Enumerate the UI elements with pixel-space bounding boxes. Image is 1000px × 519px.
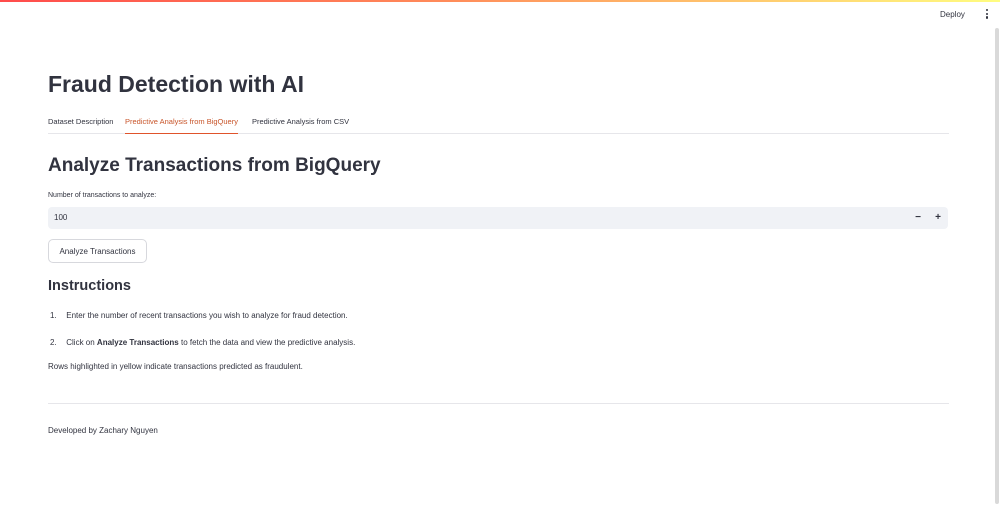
increment-button[interactable]: + [931, 210, 945, 226]
transactions-count-label: Number of transactions to analyze: [48, 192, 157, 199]
deploy-button[interactable]: Deploy [940, 10, 965, 19]
vertical-ellipsis-icon[interactable] [983, 9, 991, 21]
divider [48, 403, 949, 404]
tab-predictive-csv[interactable]: Predictive Analysis from CSV [252, 117, 349, 134]
instruction-text-prefix: Click on [66, 338, 97, 347]
instruction-text-bold: Analyze Transactions [96, 338, 179, 347]
instruction-item: 1. Enter the number of recent transactio… [50, 311, 348, 320]
tab-predictive-bigquery[interactable]: Predictive Analysis from BigQuery [125, 117, 238, 134]
app-header: Deploy [0, 2, 1000, 28]
instruction-text-suffix: to fetch the data and view the predictiv… [180, 338, 356, 347]
tab-bar: Dataset Description Predictive Analysis … [48, 112, 949, 134]
instruction-text: Enter the number of recent transactions … [66, 311, 348, 320]
scrollbar[interactable] [995, 28, 999, 504]
decrement-button[interactable]: − [911, 210, 925, 226]
instruction-number: 1. [50, 311, 57, 320]
instructions-title: Instructions [48, 278, 131, 294]
transactions-count-input[interactable]: 100 − + [48, 207, 948, 229]
instruction-item: 2. Click on Analyze Transactions to fetc… [50, 338, 355, 347]
section-title: Analyze Transactions from BigQuery [48, 155, 381, 176]
instruction-number: 2. [50, 338, 57, 347]
tab-dataset-description[interactable]: Dataset Description [48, 117, 113, 134]
transactions-count-value[interactable]: 100 [54, 213, 67, 222]
highlight-note: Rows highlighted in yellow indicate tran… [48, 362, 303, 371]
page-title: Fraud Detection with AI [48, 71, 304, 97]
footer-credit: Developed by Zachary Nguyen [48, 426, 158, 435]
analyze-transactions-button[interactable]: Analyze Transactions [48, 239, 147, 263]
